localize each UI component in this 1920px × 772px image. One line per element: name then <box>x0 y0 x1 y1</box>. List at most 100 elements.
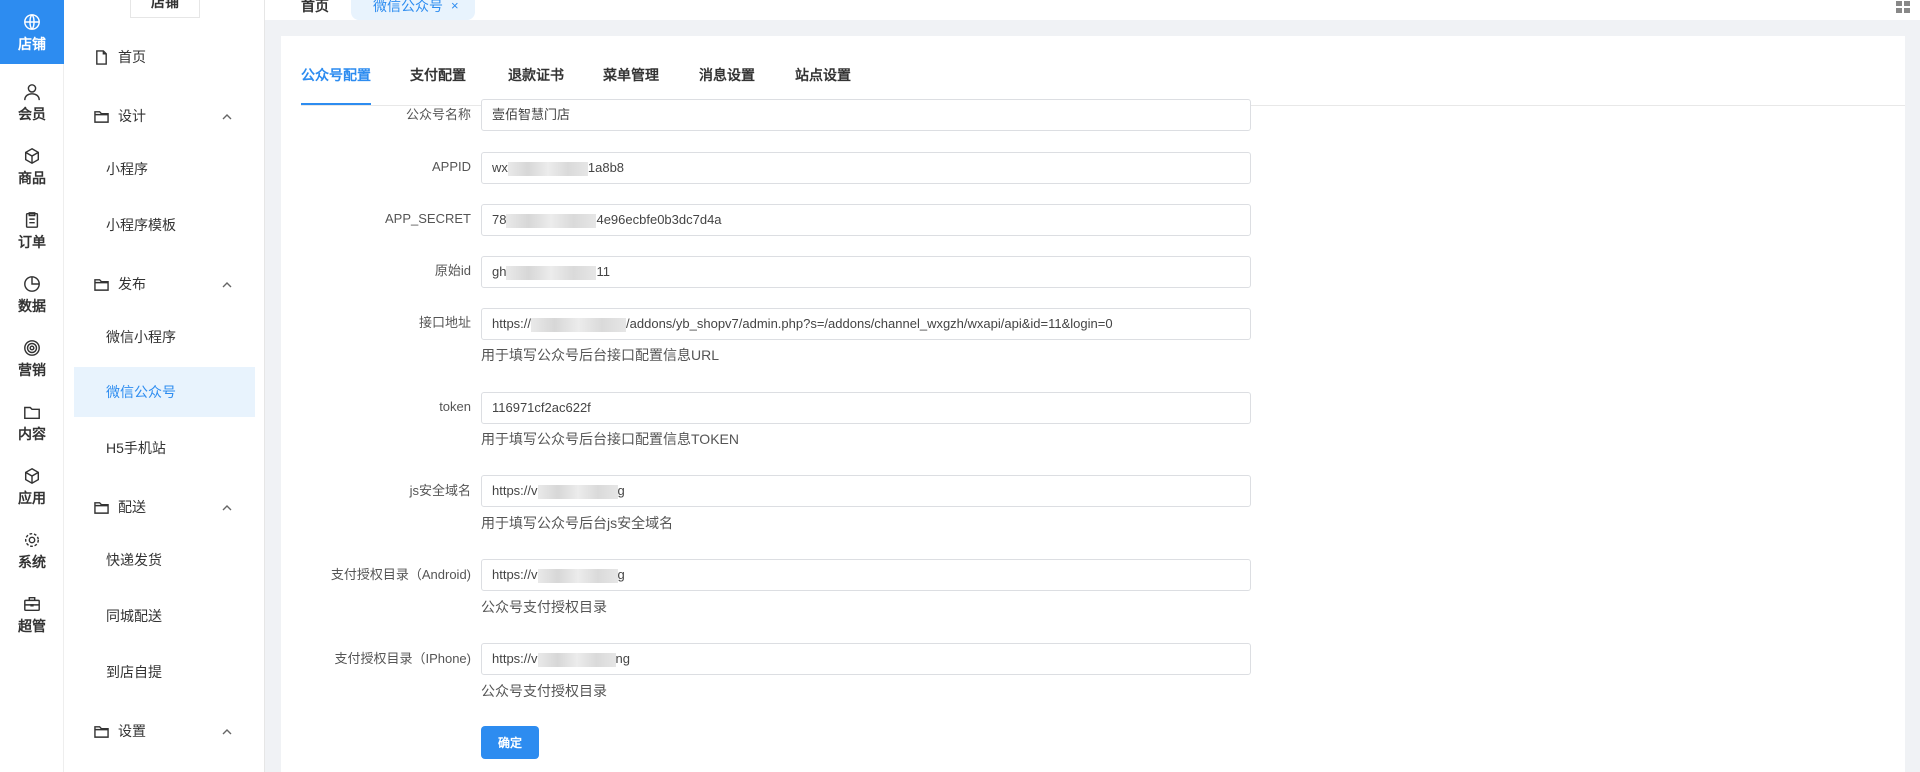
input-value-suffix: g <box>617 567 625 582</box>
rail-item-goods[interactable]: 商品 <box>0 134 64 198</box>
api-url-help: 用于填写公众号后台接口配置信息URL <box>481 347 720 363</box>
sidebar-group-settings[interactable]: 设置 <box>74 706 255 756</box>
sidebar-item-label: 到店自提 <box>106 664 162 680</box>
file-icon <box>94 49 110 65</box>
token-help: 用于填写公众号后台接口配置信息TOKEN <box>481 431 739 447</box>
input-value-prefix: https://v <box>492 651 538 666</box>
sidebar-item-wechat-miniprogram[interactable]: 微信小程序 <box>74 312 255 362</box>
sidebar-item-wechat-official[interactable]: 微信公众号 <box>74 367 255 417</box>
rail-item-system[interactable]: 系统 <box>0 518 64 582</box>
redaction-blur <box>506 213 597 228</box>
label-pay-android: 支付授权目录（Android) <box>330 567 471 582</box>
js-domain-help: 用于填写公众号后台js安全域名 <box>481 515 674 531</box>
tab-official-config[interactable]: 公众号配置 <box>301 56 371 105</box>
chevron-up-icon <box>221 278 233 290</box>
cube-icon <box>22 466 42 486</box>
rail-item-apps[interactable]: 应用 <box>0 454 64 518</box>
sidebar-item-home[interactable]: 首页 <box>74 32 255 82</box>
js-domain-input[interactable]: https://v g <box>481 475 1251 507</box>
top-tab-bar: 首页 微信公众号 × <box>265 0 1920 20</box>
grid-icon[interactable] <box>1896 0 1910 13</box>
rail-item-superadmin[interactable]: 超管 <box>0 582 64 646</box>
folder-icon <box>94 723 110 739</box>
input-value-suffix: 11 <box>596 264 610 279</box>
input-value: 116971cf2ac622f <box>492 400 591 415</box>
redaction-blur <box>537 484 618 499</box>
label-account-name: 公众号名称 <box>405 107 471 122</box>
input-value-prefix: https://v <box>492 567 538 582</box>
rail-label: 内容 <box>18 426 46 442</box>
sidebar-item-h5-site[interactable]: H5手机站 <box>74 423 255 473</box>
api-url-input[interactable]: https:// /addons/yb_shopv7/admin.php?s=/a… <box>481 308 1251 340</box>
sidebar-group-publish[interactable]: 发布 <box>74 259 255 309</box>
input-value-prefix: https:// <box>492 316 532 331</box>
rail-item-member[interactable]: 会员 <box>0 70 64 134</box>
box-icon <box>22 146 42 166</box>
sidebar-item-pickup[interactable]: 到店自提 <box>74 647 255 697</box>
input-value-suffix: /addons/yb_shopv7/admin.php?s=/addons/ch… <box>626 316 1113 331</box>
top-tab-home[interactable]: 首页 <box>301 0 329 20</box>
folder-icon <box>94 499 110 515</box>
rail-item-order[interactable]: 订单 <box>0 198 64 262</box>
pay-iphone-input[interactable]: https://v ng <box>481 643 1251 675</box>
pay-iphone-help: 公众号支付授权目录 <box>481 683 607 699</box>
sidebar-group-delivery[interactable]: 配送 <box>74 482 255 532</box>
sidebar-group-design[interactable]: 设计 <box>74 91 255 141</box>
input-value: 壹佰智慧门店 <box>492 107 571 122</box>
clipboard-icon <box>22 210 42 230</box>
sidebar-item-local-delivery[interactable]: 同城配送 <box>74 591 255 641</box>
folder-icon <box>94 276 110 292</box>
tab-payment-config[interactable]: 支付配置 <box>410 56 466 106</box>
app-secret-input[interactable]: 78 4e96ecbfe0b3dc7d4a <box>481 204 1251 236</box>
label-api-url: 接口地址 <box>418 315 471 330</box>
store-icon <box>22 12 42 32</box>
rail-item-marketing[interactable]: 营销 <box>0 326 64 390</box>
rail-item-content[interactable]: 内容 <box>0 390 64 454</box>
sidebar-item-label: 小程序 <box>106 161 148 177</box>
confirm-button[interactable]: 确定 <box>481 726 539 759</box>
secondary-sidebar: 店铺 首页 设计 小程序 小程序模板 发布 微信小程序 微信公众号 H5手机站 … <box>64 0 265 772</box>
sidebar-item-express[interactable]: 快递发货 <box>74 535 255 585</box>
folder-icon <box>94 108 110 124</box>
chevron-up-icon <box>221 110 233 122</box>
pay-android-input[interactable]: https://v g <box>481 559 1251 591</box>
input-value-suffix: 4e96ecbfe0b3dc7d4a <box>596 212 722 227</box>
top-tab-current[interactable]: 微信公众号 × <box>351 0 475 20</box>
label-js-domain: js安全域名 <box>409 483 471 498</box>
input-value-suffix: 1a8b8 <box>587 160 625 175</box>
close-icon[interactable]: × <box>451 0 459 12</box>
appid-input[interactable]: wx 1a8b8 <box>481 152 1251 184</box>
redaction-blur <box>531 317 627 332</box>
redaction-blur <box>537 568 618 583</box>
label-appid: APPID <box>431 159 471 174</box>
rail-label: 应用 <box>18 490 46 506</box>
label-origin-id: 原始id <box>434 263 471 278</box>
rail-label: 订单 <box>18 234 46 250</box>
rail-label: 系统 <box>18 554 46 570</box>
token-input[interactable]: 116971cf2ac622f <box>481 392 1251 424</box>
sidebar-item-label: 小程序模板 <box>106 217 176 233</box>
input-value-suffix: ng <box>615 651 630 666</box>
rail-label: 店铺 <box>18 36 46 52</box>
top-tab-label: 微信公众号 <box>373 0 443 14</box>
rail-item-data[interactable]: 数据 <box>0 262 64 326</box>
chevron-up-icon <box>221 725 233 737</box>
sidebar-item-miniprogram[interactable]: 小程序 <box>74 144 255 194</box>
sidebar-item-label: 微信公众号 <box>106 384 176 400</box>
pay-android-help: 公众号支付授权目录 <box>481 599 607 615</box>
sidebar-title: 店铺 <box>130 0 200 18</box>
sidebar-item-label: 首页 <box>118 49 146 65</box>
content-card: 公众号配置 支付配置 退款证书 菜单管理 消息设置 站点设置 公众号名称 壹佰智… <box>281 36 1905 772</box>
input-value-prefix: 78 <box>492 212 507 227</box>
account-name-input[interactable]: 壹佰智慧门店 <box>481 99 1251 131</box>
sidebar-item-miniprogram-template[interactable]: 小程序模板 <box>74 200 255 250</box>
redaction-blur <box>537 652 616 667</box>
origin-id-input[interactable]: gh 11 <box>481 256 1251 288</box>
sidebar-item-label: 配送 <box>118 499 146 515</box>
icon-rail: 店铺 会员 商品 订单 数据 营销 内容 应用 系统 超管 <box>0 0 64 772</box>
sidebar-item-label: 微信小程序 <box>106 329 176 345</box>
target-icon <box>22 338 42 358</box>
rail-item-store[interactable]: 店铺 <box>0 0 64 64</box>
label-app-secret: APP_SECRET <box>385 211 471 226</box>
label-pay-iphone: 支付授权目录（IPhone) <box>334 651 471 666</box>
